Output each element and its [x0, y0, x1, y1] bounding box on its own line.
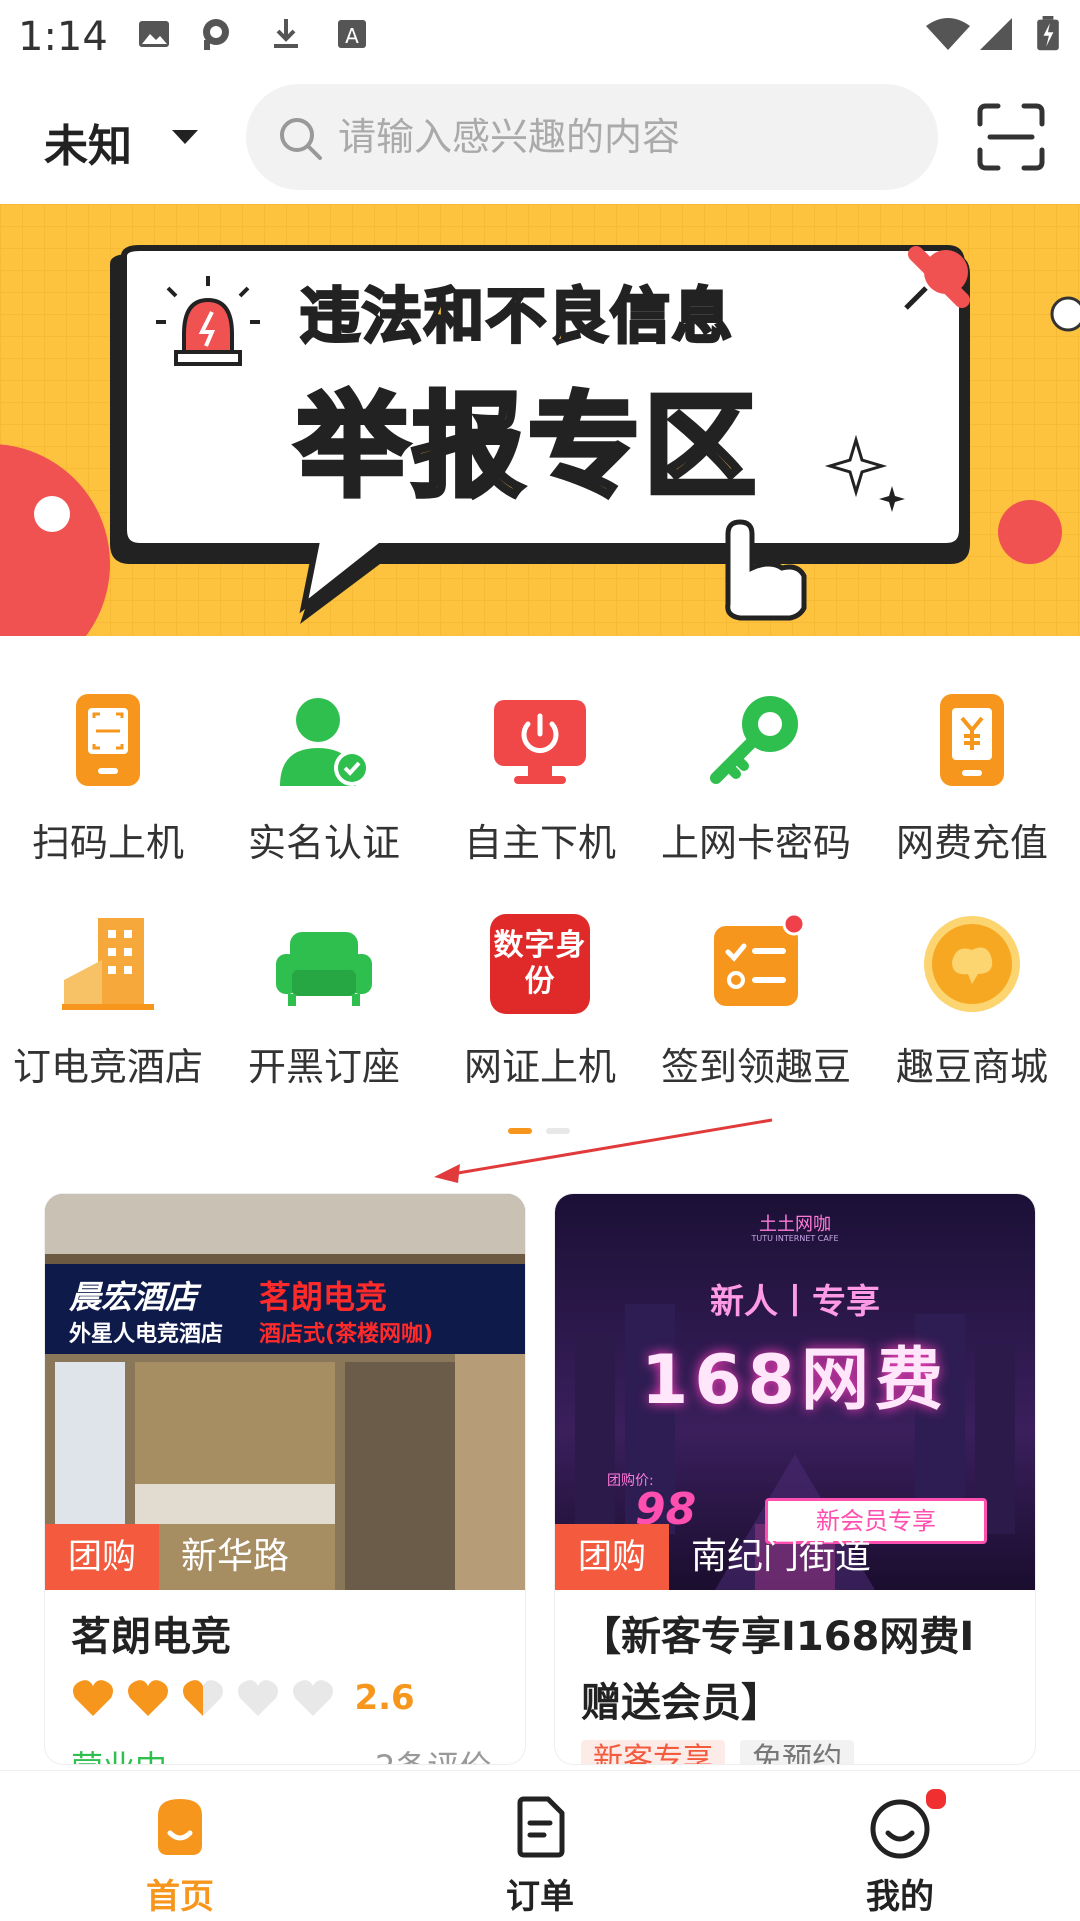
sign-text: 晨宏酒店: [69, 1278, 198, 1316]
yen-phone-icon: [940, 694, 1004, 786]
top-bar: 未知: [0, 80, 1080, 200]
svg-text:A: A: [345, 24, 359, 48]
heart-empty-icon: [238, 1680, 279, 1716]
scan-phone-icon: [76, 694, 140, 786]
location-label: 未知: [44, 121, 132, 172]
grid-label: 订电竞酒店: [12, 1045, 203, 1089]
status-bar: 1:14 A: [0, 0, 1080, 72]
deal-title: 【新客专享I168网费I赠送会员】: [581, 1614, 975, 1726]
power-monitor-icon: [494, 700, 586, 784]
sign-text: 外星人电竞酒店: [69, 1322, 224, 1347]
deal-card[interactable]: 土土网咖 TUTU INTERNET CAFE 新人丨专享 168网费 团购价:…: [555, 1194, 1035, 1764]
wifi-icon: [926, 18, 970, 50]
checkin-list-icon: [714, 914, 806, 1006]
grid-item-esports-hotel[interactable]: 订电竞酒店: [0, 884, 216, 1089]
grid-item-bean-mall[interactable]: 趣豆商城: [864, 884, 1080, 1089]
street-label: 新华路: [181, 1536, 290, 1577]
brand-sub-text: TUTU INTERNET CAFE: [751, 1234, 839, 1243]
signal-icon: [980, 18, 1012, 50]
grid-label: 签到领趣豆: [660, 1045, 851, 1089]
deal-tag-row: 团购 新华路: [45, 1524, 525, 1590]
grid-item-team-seat[interactable]: 开黑订座: [216, 884, 432, 1089]
grid-label: 趣豆商城: [895, 1045, 1048, 1089]
nav-home[interactable]: 首页: [0, 1771, 360, 1921]
deal-chips: 新客专享 免预约: [581, 1740, 855, 1764]
heart-half-icon: [183, 1680, 224, 1716]
search-input[interactable]: [336, 108, 900, 166]
grid-item-net-id-login[interactable]: 数字身份 网证上机: [432, 884, 648, 1089]
page-indicator-active: [508, 1128, 532, 1134]
key-icon: [710, 696, 798, 784]
sign-text: 酒店式(茶楼网咖): [259, 1322, 434, 1347]
grid-label: 上网卡密码: [660, 821, 851, 865]
chat-notification-icon: [203, 19, 229, 50]
text-notification-icon: A: [338, 20, 366, 48]
notification-dot: [924, 1787, 948, 1811]
page-indicator-inactive: [546, 1128, 570, 1134]
grid-label: 实名认证: [247, 821, 400, 865]
open-status: 营业中: [71, 1742, 167, 1764]
group-buy-tag: 团购: [45, 1524, 159, 1590]
promo-big-text: 168网费: [641, 1341, 949, 1420]
grid-label: 扫码上机: [31, 821, 184, 865]
search-icon: [280, 118, 322, 160]
digital-id-icon: 数字身份: [490, 914, 590, 1014]
profile-icon: [870, 1799, 930, 1859]
grid-item-scan-login[interactable]: 扫码上机: [0, 660, 216, 865]
review-count: 2条评价: [375, 1742, 491, 1764]
heart-empty-icon: [293, 1680, 334, 1716]
grid-item-card-password[interactable]: 上网卡密码: [648, 660, 864, 865]
deal-image: 土土网咖 TUTU INTERNET CAFE 新人丨专享 168网费 团购价:…: [555, 1194, 1035, 1590]
nav-orders[interactable]: 订单: [360, 1771, 720, 1921]
sign-text: 茗朗电竞: [259, 1278, 388, 1316]
grid-label: 开黑订座: [247, 1045, 400, 1089]
street-label: 南纪门街道: [691, 1536, 872, 1577]
scan-icon[interactable]: [976, 102, 1046, 172]
banner-line1: 违法和不良信息: [299, 281, 734, 354]
report-banner[interactable]: 违法和不良信息 举报专区: [0, 204, 1080, 636]
grid-item-self-logout[interactable]: 自主下机: [432, 660, 648, 865]
bottom-nav: 首页 订单 我的: [0, 1770, 1080, 1921]
home-icon: [158, 1799, 202, 1855]
promo-headline: 新人丨专享: [710, 1282, 880, 1322]
search-bar[interactable]: [246, 84, 938, 190]
grid-item-recharge[interactable]: 网费充值: [864, 660, 1080, 865]
image-notification-icon: [139, 21, 169, 47]
grid-item-real-name[interactable]: 实名认证: [216, 660, 432, 865]
battery-icon: [1037, 16, 1059, 51]
deal-title: 茗朗电竞: [71, 1614, 231, 1660]
heart-full-icon: [128, 1680, 169, 1716]
nav-label: 首页: [146, 1877, 214, 1917]
grid-label: 网证上机: [463, 1045, 616, 1089]
user-verify-icon: [280, 698, 370, 786]
caret-down-icon: [172, 130, 198, 144]
deal-tag-row: 团购 南纪门街道: [555, 1524, 1035, 1590]
grid-item-checkin[interactable]: 签到领趣豆: [648, 884, 864, 1089]
status-time: 1:14: [18, 14, 108, 60]
banner-line2: 举报专区: [294, 380, 760, 515]
nav-mine[interactable]: 我的: [720, 1771, 1080, 1921]
group-buy-tag: 团购: [555, 1524, 669, 1590]
nav-label: 我的: [866, 1877, 934, 1917]
coin-shop-icon: [924, 916, 1020, 1012]
chip-no-reservation: 免预约: [740, 1740, 855, 1764]
order-icon: [517, 1796, 565, 1858]
deal-card[interactable]: 晨宏酒店 茗朗电竞 外星人电竞酒店 酒店式(茶楼网咖) 团购 新华路 茗朗电竞 …: [45, 1194, 525, 1764]
rating-value: 2.6: [354, 1678, 415, 1718]
grid-label: 自主下机: [463, 821, 616, 865]
sofa-icon: [276, 932, 372, 1006]
nav-label: 订单: [506, 1877, 574, 1917]
chip-new-customer: 新客专享: [581, 1740, 725, 1764]
download-icon: [274, 19, 298, 48]
rating: 2.6: [71, 1678, 415, 1728]
grid-label: 网费充值: [895, 821, 1048, 865]
heart-full-icon: [73, 1680, 113, 1716]
hotel-building-icon: [62, 918, 154, 1010]
brand-text: 土土网咖: [759, 1214, 831, 1235]
deal-image: 晨宏酒店 茗朗电竞 外星人电竞酒店 酒店式(茶楼网咖) 团购 新华路: [45, 1194, 525, 1590]
